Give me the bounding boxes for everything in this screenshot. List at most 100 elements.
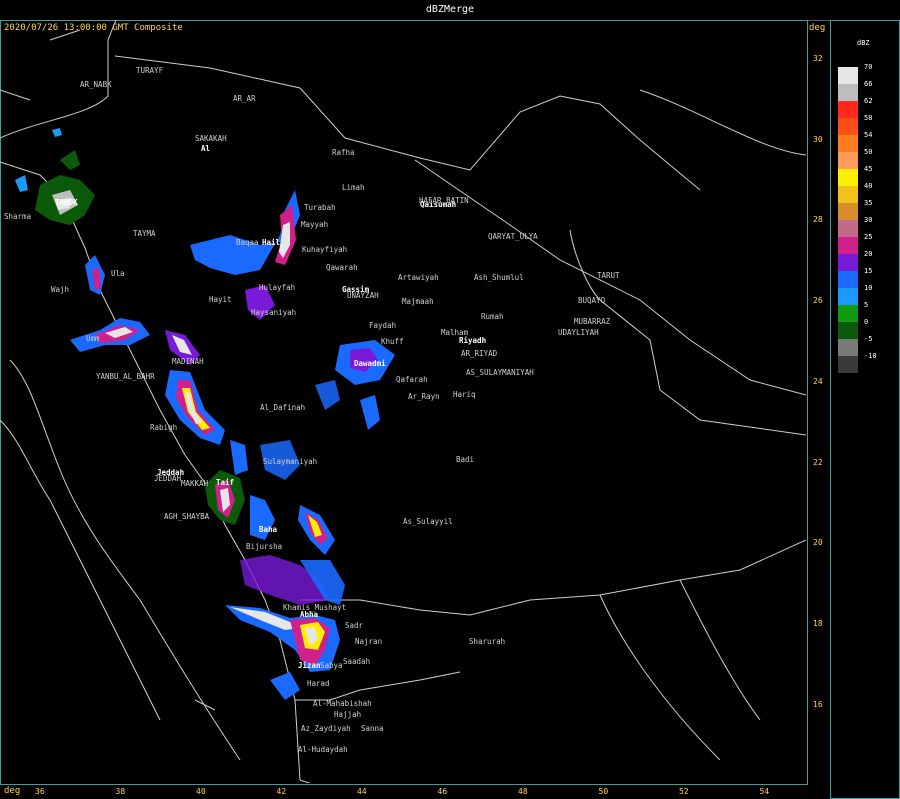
x-tick-label: 44 <box>357 787 367 796</box>
place-label: Saadah <box>343 657 370 666</box>
y-tick-label: 30 <box>813 134 823 144</box>
legend-swatch <box>838 322 858 339</box>
place-label: Al-Mahabishah <box>313 699 372 708</box>
legend-value: 5 <box>864 301 869 309</box>
coastlines <box>0 19 806 783</box>
place-label: TABUK <box>55 198 78 207</box>
legend-swatch <box>838 220 858 237</box>
place-label: Al-Hudaydah <box>298 745 348 754</box>
place-label: Dawadmi <box>354 359 386 368</box>
place-label: Majmaah <box>402 297 434 306</box>
legend-swatch <box>838 271 858 288</box>
place-label: Jizan <box>298 661 321 670</box>
place-label: Najran <box>355 637 382 646</box>
legend-swatch <box>838 118 858 135</box>
place-label: Faydah <box>369 321 396 330</box>
legend-swatch <box>838 305 858 322</box>
place-label: Sadr <box>345 621 364 630</box>
radar-map[interactable]: TURAYF AR_NABK AR_AR SAKAKAH Al Rafha Li… <box>0 0 806 783</box>
place-label: YANBU_AL_BAHR <box>96 372 155 381</box>
place-label: AR_RIYAD <box>461 349 498 358</box>
legend-value: 66 <box>864 80 873 88</box>
legend-value: 54 <box>864 131 873 139</box>
place-label: Hail <box>262 238 280 247</box>
legend-value: 30 <box>864 216 873 224</box>
place-label: TAYMA <box>133 229 156 238</box>
place-label: Umm <box>86 334 100 343</box>
place-label: Ula <box>111 269 125 278</box>
place-label: Mayyah <box>301 220 328 229</box>
legend-value: 10 <box>864 284 873 292</box>
y-tick-label: 24 <box>813 376 823 386</box>
x-tick-label: 40 <box>196 787 206 796</box>
legend-value: -10 <box>864 352 877 360</box>
place-label: TARUT <box>597 271 620 280</box>
place-label: AR_NABK <box>80 80 112 89</box>
place-label: Hayit <box>209 295 232 304</box>
place-label: Az_Zaydiyah <box>301 724 351 733</box>
place-label: Abha <box>300 610 319 619</box>
place-label: QARYAT_ULYA <box>488 232 538 241</box>
legend-value: 58 <box>864 114 873 122</box>
place-label: Wajh <box>51 285 69 294</box>
legend-swatch <box>838 237 858 254</box>
place-label: Qawarah <box>326 263 358 272</box>
place-label: Artawiyah <box>398 273 439 282</box>
place-label: Badi <box>456 455 474 464</box>
legend-swatch <box>838 135 858 152</box>
y-tick-label: 22 <box>813 457 823 467</box>
place-label: Baha <box>259 525 278 534</box>
place-label: Hajjah <box>334 710 361 719</box>
legend-value: 15 <box>864 267 873 275</box>
legend-swatch <box>838 186 858 203</box>
y-tick-label: 16 <box>813 699 823 709</box>
x-tick-label: 36 <box>35 787 45 796</box>
place-label: Ar_Rayn <box>408 392 440 401</box>
legend-value: 62 <box>864 97 873 105</box>
legend-value: 70 <box>864 63 873 71</box>
legend-swatch <box>838 152 858 169</box>
x-tick-label: 54 <box>759 787 770 796</box>
place-label: Hariq <box>453 390 476 399</box>
place-label: Qafarah <box>396 375 428 384</box>
y-tick-label: 28 <box>813 215 823 225</box>
place-label: JEDDAH <box>154 474 182 483</box>
place-label: UDAYLIYAH <box>558 328 599 337</box>
legend-value: 45 <box>864 165 873 173</box>
legend-swatch <box>838 169 858 186</box>
x-tick-label: 48 <box>518 787 528 796</box>
place-label: Taif <box>216 478 234 487</box>
x-tick-label: 38 <box>115 787 126 796</box>
place-label: Qaisumah <box>420 200 456 209</box>
legend-value: 40 <box>864 182 873 190</box>
legend-swatch <box>838 67 858 84</box>
radar-echoes <box>15 128 395 700</box>
x-tick-label: 50 <box>598 787 609 796</box>
place-label: Rabigh <box>150 423 177 432</box>
place-label: Kuhayfiyah <box>302 245 347 254</box>
place-label: Riyadh <box>459 336 486 345</box>
y-tick-label: 20 <box>813 538 823 548</box>
legend-value: 50 <box>864 148 873 156</box>
legend-swatch <box>838 84 858 101</box>
place-label: Sabya <box>320 661 343 670</box>
place-label: Limah <box>342 183 365 192</box>
legend-swatch <box>838 203 858 220</box>
place-label: MAKKAH <box>181 479 209 488</box>
legend-value: 35 <box>864 199 873 207</box>
place-label: Sharma <box>4 212 31 221</box>
place-label: Rafha <box>332 148 355 157</box>
place-label: Sharurah <box>469 637 505 646</box>
place-label: Al_Dafinah <box>260 403 305 412</box>
place-label: Sulaymaniyah <box>263 457 317 466</box>
place-label: MUBARRAZ <box>574 317 611 326</box>
place-label: Haysaniyah <box>251 308 296 317</box>
y-axis-unit: deg <box>809 23 826 33</box>
place-label: Ash_Shumlul <box>474 273 524 282</box>
y-tick-label: 26 <box>813 296 823 306</box>
place-label: Rumah <box>481 312 504 321</box>
place-label: As_Sulayyil <box>403 517 453 526</box>
legend-swatch <box>838 288 858 305</box>
legend-swatch <box>838 101 858 118</box>
legend-value: 25 <box>864 233 873 241</box>
